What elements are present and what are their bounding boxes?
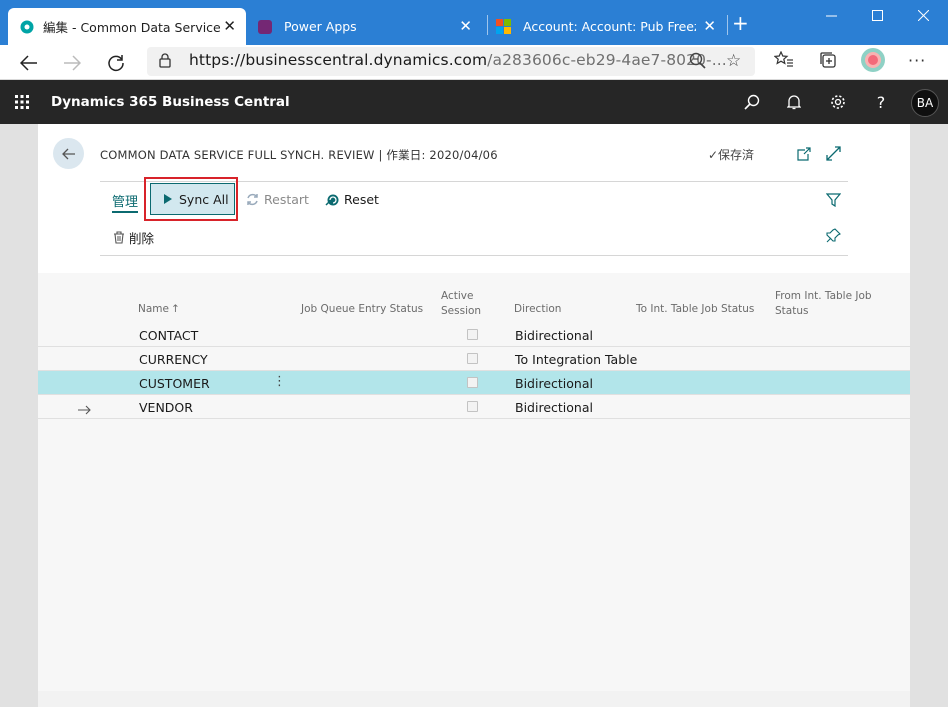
- lock-icon[interactable]: [159, 53, 171, 72]
- browser-tab-title: Power Apps: [284, 19, 357, 34]
- minimize-icon[interactable]: [808, 0, 854, 30]
- reset-icon: [325, 194, 339, 206]
- page-card-footer: [38, 691, 910, 707]
- restart-label: Restart: [264, 192, 309, 207]
- search-icon[interactable]: [738, 89, 766, 115]
- column-header-to-int-status[interactable]: To Int. Table Job Status: [636, 302, 754, 317]
- saved-status: ✓保存済: [708, 148, 755, 162]
- row-direction: To Integration Table: [515, 352, 638, 367]
- sort-ascending-icon: ↑: [170, 303, 180, 315]
- bc-logo-icon: [20, 20, 34, 33]
- active-session-checkbox[interactable]: [467, 329, 478, 340]
- close-tab-icon[interactable]: ✕: [223, 19, 236, 34]
- restart-button[interactable]: Restart: [246, 192, 309, 207]
- row-direction: Bidirectional: [515, 328, 593, 343]
- row-name[interactable]: CURRENCY: [139, 352, 208, 367]
- row-direction: Bidirectional: [515, 376, 593, 391]
- maximize-icon[interactable]: [854, 0, 900, 30]
- expand-icon[interactable]: [826, 146, 841, 165]
- help-icon[interactable]: ?: [867, 89, 895, 115]
- play-icon: [164, 194, 172, 204]
- browser-tab-powerapps[interactable]: Power Apps ✕: [258, 8, 480, 45]
- close-window-icon[interactable]: [900, 0, 946, 30]
- url-text[interactable]: https://businesscentral.dynamics.com/a28…: [189, 51, 727, 69]
- more-icon[interactable]: ···: [908, 51, 926, 70]
- filter-icon[interactable]: [825, 192, 842, 211]
- tab-manage[interactable]: 管理: [112, 191, 139, 213]
- new-tab-icon[interactable]: +: [732, 13, 749, 33]
- open-new-window-icon[interactable]: [796, 146, 811, 165]
- reset-label: Reset: [344, 192, 379, 207]
- app-launcher-icon[interactable]: [14, 94, 30, 114]
- browser-tab-account[interactable]: Account: Account: Pub Freeza Es ✕: [496, 8, 720, 45]
- sync-all-button[interactable]: Sync All: [150, 183, 235, 215]
- active-session-checkbox[interactable]: [467, 377, 478, 388]
- back-icon[interactable]: [11, 45, 47, 80]
- pin-icon[interactable]: [826, 228, 841, 247]
- row-actions-icon[interactable]: ⋮: [273, 375, 286, 389]
- page-title: COMMON DATA SERVICE FULL SYNCH. REVIEW |…: [100, 148, 498, 162]
- tab-separator: [487, 15, 488, 35]
- delete-label: 削除: [129, 231, 155, 246]
- avatar[interactable]: BA: [911, 89, 939, 117]
- column-header-from-int-status[interactable]: From Int. Table Job Status: [775, 289, 872, 319]
- browser-tab-title: 編集 - Common Data Service Full: [43, 20, 221, 35]
- column-header-active-session[interactable]: Active Session: [441, 289, 481, 319]
- column-header-job-queue-status[interactable]: Job Queue Entry Status: [301, 302, 423, 317]
- refresh-icon[interactable]: [98, 45, 134, 80]
- settings-gear-icon[interactable]: [824, 89, 852, 115]
- row-direction: Bidirectional: [515, 400, 593, 415]
- close-tab-icon[interactable]: ✕: [459, 19, 472, 34]
- power-apps-icon: [258, 19, 272, 34]
- row-name[interactable]: VENDOR: [139, 400, 193, 415]
- delete-button[interactable]: 削除: [113, 228, 154, 247]
- forward-icon[interactable]: [54, 45, 90, 80]
- reset-button[interactable]: Reset: [325, 192, 379, 207]
- row-indicator-arrow-icon: [78, 400, 91, 419]
- profile-icon[interactable]: [861, 48, 885, 72]
- sync-all-label: Sync All: [179, 191, 229, 207]
- row-name[interactable]: CUSTOMER: [139, 376, 210, 391]
- favorite-star-icon[interactable]: ☆: [726, 51, 741, 71]
- tab-separator: [727, 15, 728, 35]
- microsoft-logo-icon: [496, 19, 511, 34]
- browser-tab-bc[interactable]: 編集 - Common Data Service Full ✕: [8, 8, 246, 45]
- app-title: Dynamics 365 Business Central: [51, 94, 290, 110]
- restart-icon: [247, 193, 258, 206]
- arrow-left-icon: [61, 148, 75, 159]
- zoom-icon[interactable]: [689, 52, 707, 74]
- favorites-icon[interactable]: [773, 50, 794, 73]
- active-session-checkbox[interactable]: [467, 353, 478, 364]
- divider: [100, 255, 848, 256]
- close-tab-icon[interactable]: ✕: [703, 19, 716, 34]
- active-session-checkbox[interactable]: [467, 401, 478, 412]
- page-back-button[interactable]: [53, 138, 84, 169]
- row-name[interactable]: CONTACT: [139, 328, 198, 343]
- browser-tab-title: Account: Account: Pub Freeza Es: [523, 19, 696, 34]
- column-header-direction[interactable]: Direction: [514, 302, 561, 317]
- notification-bell-icon[interactable]: [780, 89, 808, 115]
- collections-icon[interactable]: [819, 51, 837, 73]
- trash-icon: [114, 231, 124, 244]
- column-header-name[interactable]: Name ↑: [138, 302, 180, 317]
